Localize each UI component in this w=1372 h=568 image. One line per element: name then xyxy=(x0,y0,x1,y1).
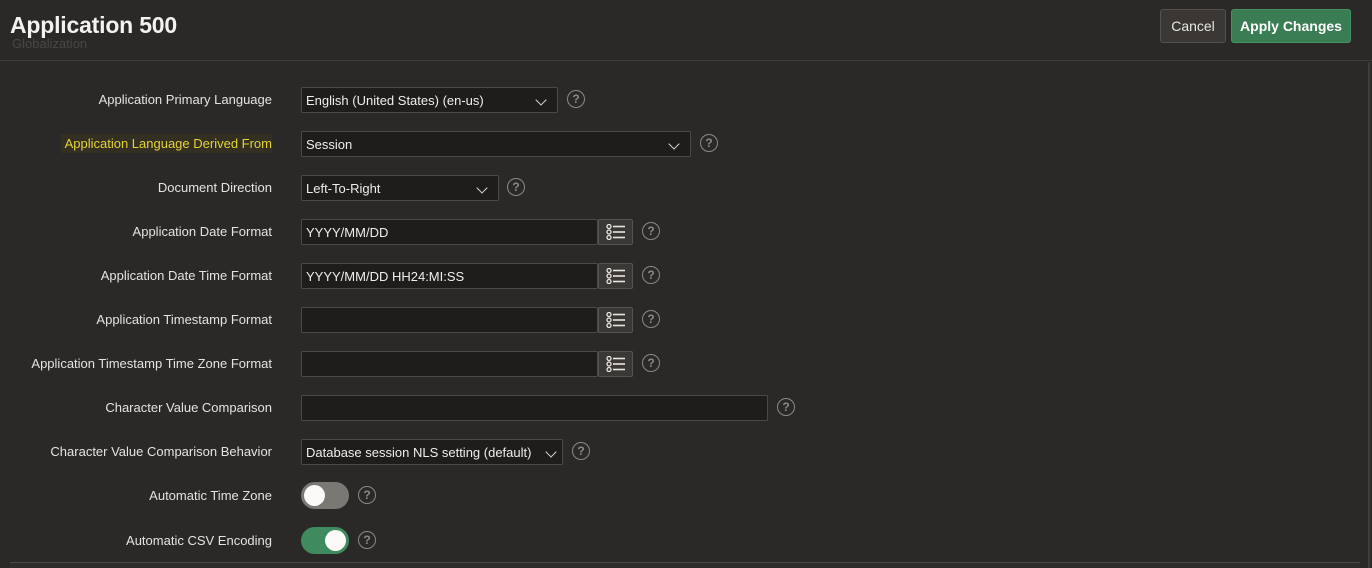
char-value-comparison-label: Character Value Comparison xyxy=(105,400,272,415)
help-icon[interactable]: ? xyxy=(642,266,660,284)
list-picker-icon xyxy=(605,312,625,328)
timestamp-tz-format-label: Application Timestamp Time Zone Format xyxy=(31,356,272,371)
form-row-char-value-comparison: Character Value Comparison ? xyxy=(0,394,1360,422)
page-subtitle: Globalization xyxy=(12,36,88,51)
language-derived-from-label: Application Language Derived From xyxy=(60,134,272,153)
help-icon[interactable]: ? xyxy=(642,354,660,372)
help-icon[interactable]: ? xyxy=(507,178,525,196)
form-row-char-value-comparison-behavior: Character Value Comparison Behavior Data… xyxy=(0,438,1360,466)
primary-language-select[interactable]: English (United States) (en-us) xyxy=(301,87,558,113)
page-title: Application 500 xyxy=(10,12,177,38)
apply-changes-button[interactable]: Apply Changes xyxy=(1231,9,1351,43)
timestamp-tz-format-picker-button[interactable] xyxy=(598,351,633,377)
timestamp-format-label: Application Timestamp Format xyxy=(96,312,272,327)
form-row-timestamp-format: Application Timestamp Format ? xyxy=(0,306,1360,334)
primary-language-label: Application Primary Language xyxy=(98,92,272,107)
language-derived-from-value: Session xyxy=(306,136,353,152)
help-icon[interactable]: ? xyxy=(642,222,660,240)
help-icon[interactable]: ? xyxy=(777,398,795,416)
help-icon[interactable]: ? xyxy=(567,90,585,108)
help-icon[interactable]: ? xyxy=(358,531,376,549)
form-row-automatic-csv-encoding: Automatic CSV Encoding ? xyxy=(0,527,1360,555)
page-header: Application 500 Globalization Cancel App… xyxy=(0,0,1372,61)
scrollbar[interactable] xyxy=(1368,62,1370,568)
form-row-date-time-format: Application Date Time Format YYYY/MM/DD … xyxy=(0,262,1360,290)
document-direction-select[interactable]: Left-To-Right xyxy=(301,175,499,201)
document-direction-label: Document Direction xyxy=(157,180,272,195)
timestamp-tz-format-input[interactable] xyxy=(301,351,598,377)
help-icon[interactable]: ? xyxy=(572,442,590,460)
chevron-down-icon xyxy=(535,94,547,106)
form-row-date-format: Application Date Format YYYY/MM/DD ? xyxy=(0,218,1360,246)
char-value-comparison-input[interactable] xyxy=(301,395,768,421)
date-format-label: Application Date Format xyxy=(132,224,272,239)
form-row-language-derived-from: Application Language Derived From Sessio… xyxy=(0,130,1360,158)
list-picker-icon xyxy=(605,356,625,372)
timestamp-format-picker-button[interactable] xyxy=(598,307,633,333)
timestamp-format-input[interactable] xyxy=(301,307,598,333)
chevron-down-icon xyxy=(545,446,557,458)
language-derived-from-select[interactable]: Session xyxy=(301,131,691,157)
date-format-input[interactable]: YYYY/MM/DD xyxy=(301,219,598,245)
chevron-down-icon xyxy=(476,182,488,194)
automatic-time-zone-toggle[interactable] xyxy=(301,482,349,509)
char-value-comparison-behavior-select[interactable]: Database session NLS setting (default) xyxy=(301,439,563,465)
automatic-csv-encoding-label: Automatic CSV Encoding xyxy=(126,533,272,548)
date-time-format-label: Application Date Time Format xyxy=(100,268,272,283)
form-row-primary-language: Application Primary Language English (Un… xyxy=(0,86,1360,114)
primary-language-value: English (United States) (en-us) xyxy=(306,92,484,108)
form-row-document-direction: Document Direction Left-To-Right ? xyxy=(0,174,1360,202)
app-page: Application 500 Globalization Cancel App… xyxy=(0,0,1372,568)
date-format-value: YYYY/MM/DD xyxy=(306,224,389,240)
list-picker-icon xyxy=(605,268,625,284)
help-icon[interactable]: ? xyxy=(642,310,660,328)
date-format-picker-button[interactable] xyxy=(598,219,633,245)
next-section-edge xyxy=(10,562,1360,568)
date-time-format-picker-button[interactable] xyxy=(598,263,633,289)
char-value-comparison-behavior-label: Character Value Comparison Behavior xyxy=(50,444,272,459)
date-time-format-value: YYYY/MM/DD HH24:MI:SS xyxy=(306,268,465,284)
date-time-format-input[interactable]: YYYY/MM/DD HH24:MI:SS xyxy=(301,263,598,289)
automatic-time-zone-label: Automatic Time Zone xyxy=(149,488,272,503)
toggle-knob xyxy=(304,485,325,506)
help-icon[interactable]: ? xyxy=(358,486,376,504)
toggle-knob xyxy=(325,530,346,551)
chevron-down-icon xyxy=(668,138,680,150)
help-icon[interactable]: ? xyxy=(700,134,718,152)
char-value-comparison-behavior-value: Database session NLS setting (default) xyxy=(306,444,532,460)
form-row-timestamp-tz-format: Application Timestamp Time Zone Format ? xyxy=(0,350,1360,378)
form-row-automatic-time-zone: Automatic Time Zone ? xyxy=(0,482,1360,510)
list-picker-icon xyxy=(605,224,625,240)
automatic-csv-encoding-toggle[interactable] xyxy=(301,527,349,554)
cancel-button[interactable]: Cancel xyxy=(1160,9,1226,43)
document-direction-value: Left-To-Right xyxy=(306,180,381,196)
